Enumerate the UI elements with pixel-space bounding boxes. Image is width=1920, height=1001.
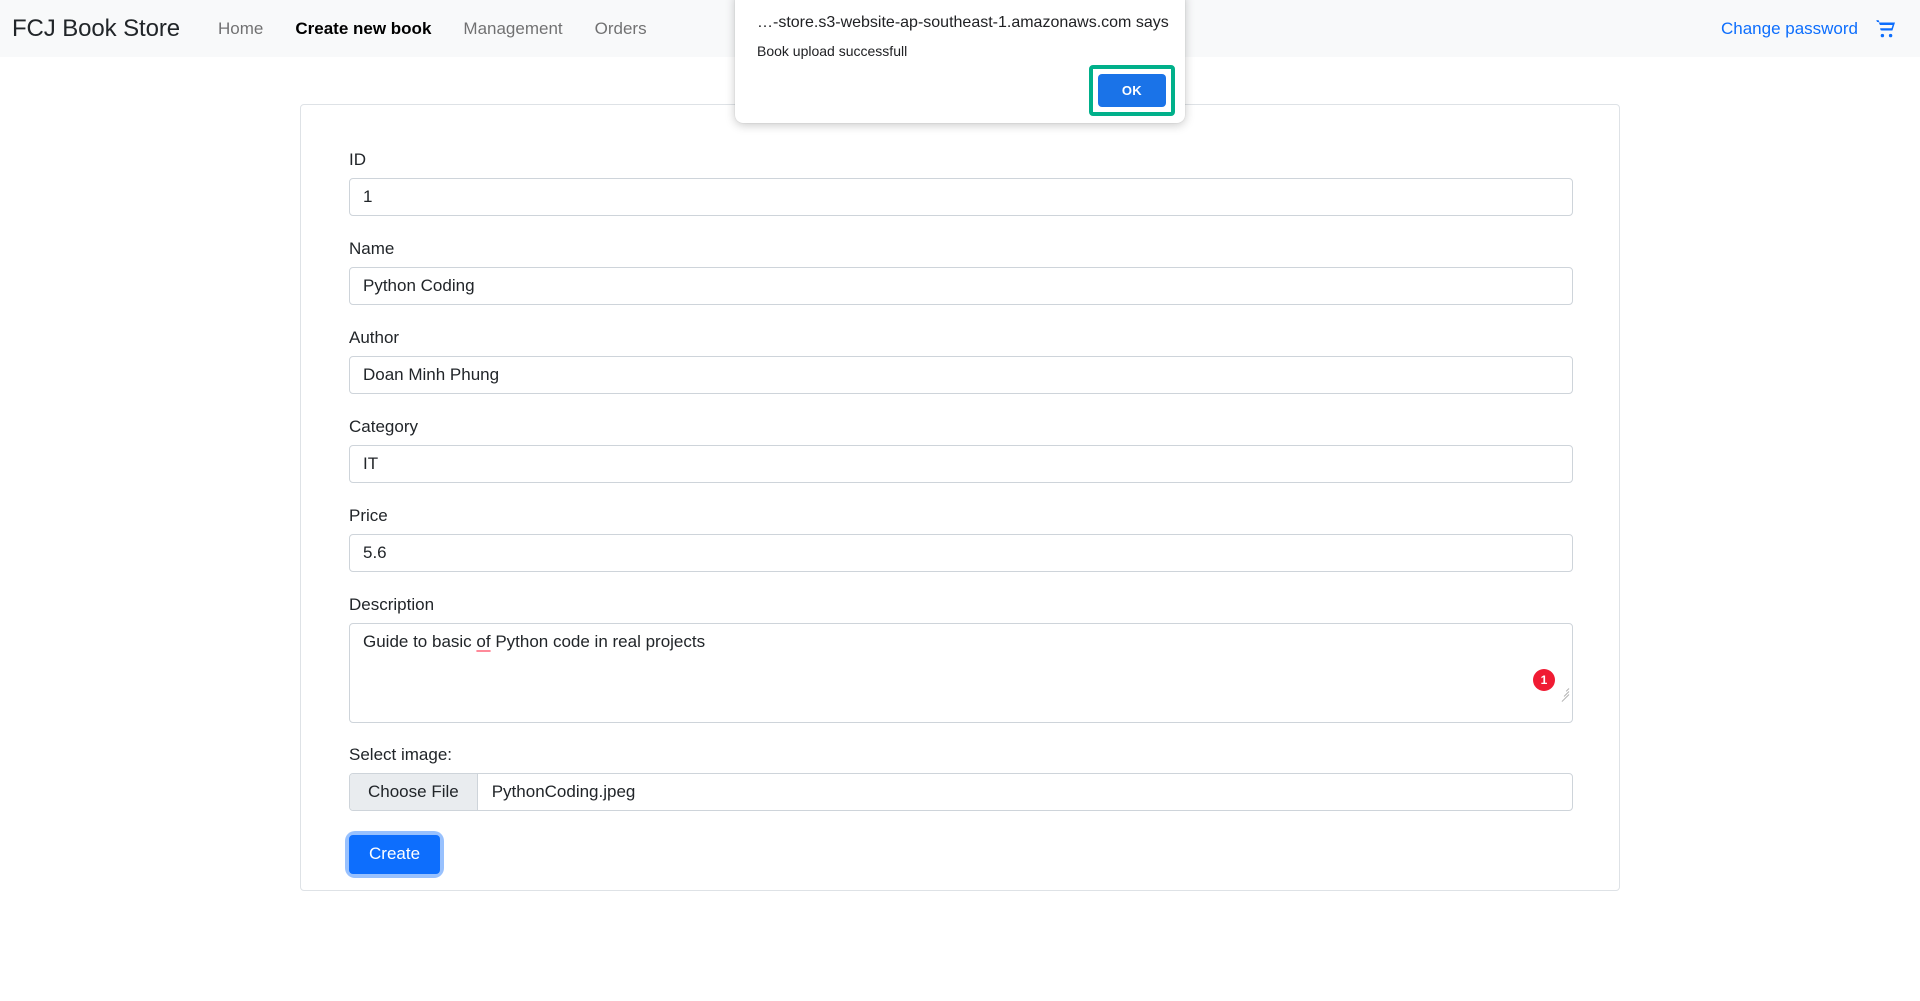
field-category: Category [349, 417, 1573, 483]
label-price: Price [349, 506, 388, 525]
nav-link-home[interactable]: Home [202, 19, 279, 39]
field-price: Price [349, 506, 1573, 572]
create-book-form: ID Name Author Category Price Descriptio… [349, 150, 1573, 874]
navbar-right: Change password [1721, 16, 1906, 42]
input-price[interactable] [349, 534, 1573, 572]
change-password-link[interactable]: Change password [1721, 19, 1858, 39]
nav-link-orders[interactable]: Orders [579, 19, 663, 39]
file-input-row[interactable]: Choose File PythonCoding.jpeg [349, 773, 1573, 811]
field-author: Author [349, 328, 1573, 394]
ok-button-highlight: OK [1088, 65, 1175, 116]
dialog-title: …-store.s3-website-ap-southeast-1.amazon… [757, 14, 1169, 31]
label-name: Name [349, 239, 395, 258]
input-id[interactable] [349, 178, 1573, 216]
input-name[interactable] [349, 267, 1573, 305]
dialog-message: Book upload successfull [757, 43, 908, 59]
label-select-image: Select image: [349, 745, 452, 764]
shopping-cart-icon[interactable] [1872, 16, 1898, 42]
input-category[interactable] [349, 445, 1573, 483]
brand-title[interactable]: FCJ Book Store [10, 15, 180, 43]
description-text-after: Python code in real projects [490, 632, 706, 651]
label-id: ID [349, 150, 366, 169]
label-author: Author [349, 328, 400, 347]
field-description: Description Guide to basic of Python cod… [349, 595, 1573, 723]
label-description: Description [349, 595, 435, 614]
label-category: Category [349, 417, 418, 436]
choose-file-button[interactable]: Choose File [350, 774, 478, 810]
grammar-suggestion-badge[interactable]: 1 [1533, 669, 1555, 691]
create-button[interactable]: Create [349, 835, 441, 874]
browser-alert-dialog: …-store.s3-website-ap-southeast-1.amazon… [735, 0, 1185, 123]
dialog-ok-button[interactable]: OK [1097, 74, 1166, 107]
form-card: ID Name Author Category Price Descriptio… [300, 104, 1620, 891]
description-misspelled-word: of [476, 632, 491, 651]
textarea-resize-handle[interactable] [1557, 685, 1570, 702]
input-description[interactable]: Guide to basic of Python code in real pr… [349, 623, 1573, 723]
create-button-focus-ring: Create [349, 835, 441, 874]
nav-link-management[interactable]: Management [447, 19, 578, 39]
input-author[interactable] [349, 356, 1573, 394]
nav-links: Home Create new book Management Orders [202, 19, 663, 39]
field-name: Name [349, 239, 1573, 305]
selected-file-name: PythonCoding.jpeg [491, 782, 636, 801]
field-id: ID [349, 150, 1573, 216]
nav-link-create-new-book[interactable]: Create new book [279, 19, 447, 39]
field-select-image: Select image: Choose File PythonCoding.j… [349, 745, 1573, 811]
description-text-before: Guide to basic [363, 632, 477, 651]
